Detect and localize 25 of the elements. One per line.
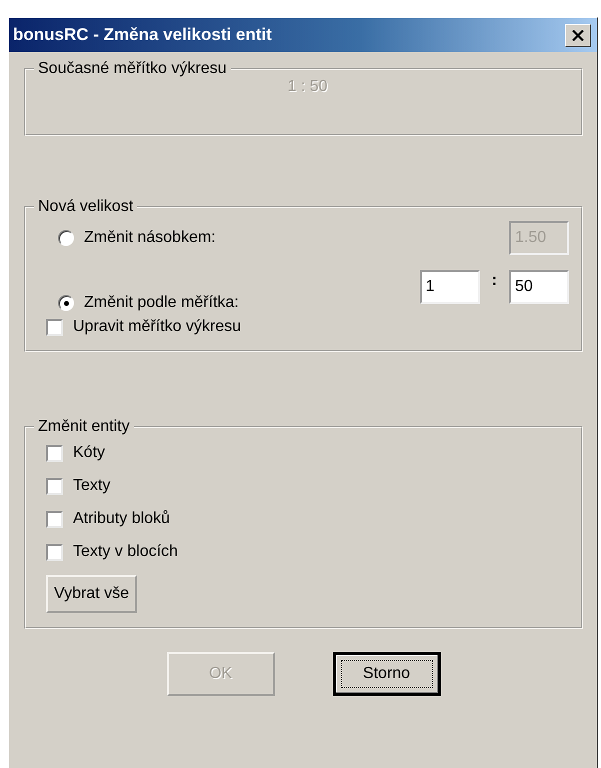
radio-label[interactable]: Změnit podle měřítka:	[84, 294, 239, 312]
checkbox-label[interactable]: Kóty	[73, 444, 106, 462]
radio-button[interactable]	[58, 230, 74, 246]
group-label: Současné měřítko výkresu	[37, 60, 228, 78]
group-label: Změnit entity	[37, 418, 131, 436]
select-all-button[interactable]: Vybrat vše	[46, 575, 137, 613]
window-title: bonusRC - Změna velikosti entit	[13, 25, 272, 45]
checkbox[interactable]	[46, 510, 63, 528]
checkbox[interactable]	[46, 478, 63, 494]
checkbox-label[interactable]: Texty v blocích	[73, 543, 178, 561]
scale-field[interactable]: 50	[509, 270, 569, 304]
checkbox[interactable]	[46, 318, 63, 336]
close-icon	[572, 30, 584, 40]
checkbox[interactable]	[46, 444, 63, 462]
group-label: Nová velikost	[37, 198, 134, 216]
checkbox-label[interactable]: Texty	[73, 477, 110, 495]
dialog-button[interactable]: Storno	[332, 652, 440, 696]
close-button[interactable]	[565, 24, 591, 46]
scale-separator: :	[492, 271, 497, 290]
scale-field[interactable]: 1	[420, 270, 480, 304]
checkbox-label[interactable]: Atributy bloků	[73, 510, 170, 528]
radio-label[interactable]: Změnit násobkem:	[84, 229, 216, 247]
checkbox[interactable]	[46, 544, 63, 560]
radio-button[interactable]	[58, 295, 74, 311]
checkbox-label[interactable]: Upravit měřítko výkresu	[73, 318, 242, 336]
